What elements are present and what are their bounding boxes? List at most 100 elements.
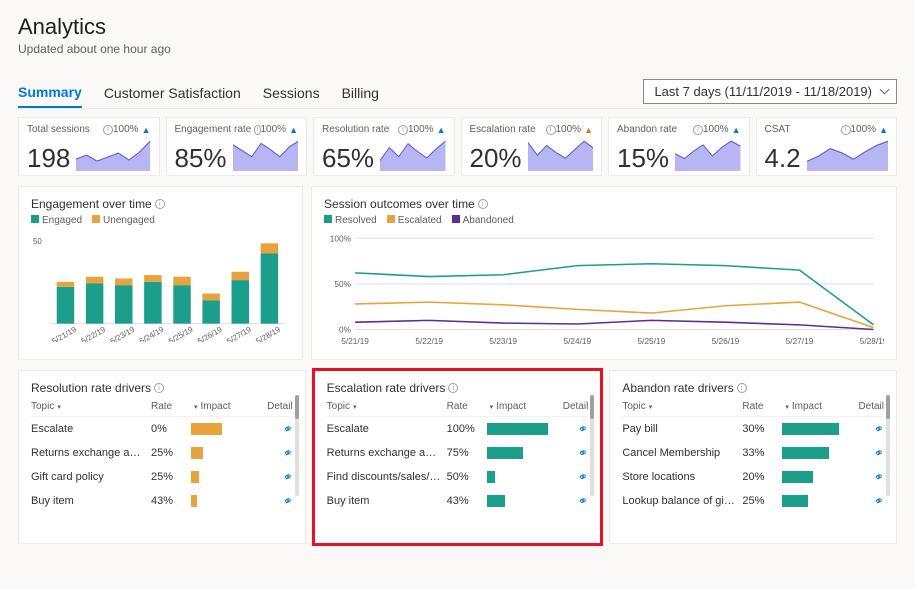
- svg-text:5/21/19: 5/21/19: [50, 325, 78, 342]
- cell-rate: 75%: [447, 447, 487, 459]
- trend-up-icon: ▲: [732, 125, 741, 135]
- cell-impact: [487, 495, 555, 507]
- kpi-card[interactable]: CSAT i 100% ▲ 4.2: [756, 117, 898, 176]
- info-icon[interactable]: i: [737, 383, 747, 393]
- kpi-card[interactable]: Engagement rate i 100% ▲ 85%: [166, 117, 308, 176]
- table-row: Find discounts/sales/de... 50% ⚭: [327, 465, 589, 489]
- col-detail[interactable]: Detail: [259, 401, 293, 412]
- table-row: Buy item 43% ⚭: [31, 489, 293, 513]
- detail-link-icon[interactable]: ⚭: [576, 493, 590, 510]
- svg-text:5/21/19: 5/21/19: [341, 336, 369, 346]
- swatch-unengaged: [92, 215, 100, 223]
- sparkline: [380, 139, 445, 171]
- cell-topic: Buy item: [31, 495, 151, 507]
- engagement-over-time-card: Engagement over time i Engaged Unengaged…: [18, 186, 303, 360]
- card-title: Session outcomes over time i: [324, 197, 884, 211]
- tab-summary[interactable]: Summary: [18, 78, 82, 108]
- tab-sessions[interactable]: Sessions: [263, 79, 320, 107]
- col-detail[interactable]: Detail: [850, 401, 884, 412]
- detail-link-icon[interactable]: ⚭: [872, 421, 886, 438]
- svg-text:5/26/19: 5/26/19: [712, 336, 740, 346]
- date-range-dropdown[interactable]: Last 7 days (11/11/2019 - 11/18/2019): [643, 79, 897, 104]
- col-topic[interactable]: Topic▾: [622, 401, 742, 412]
- cell-impact: [191, 495, 259, 507]
- cell-topic: Escalate: [31, 423, 151, 435]
- svg-text:5/26/19: 5/26/19: [196, 325, 224, 342]
- info-icon[interactable]: i: [478, 199, 488, 209]
- kpi-card[interactable]: Resolution rate i 100% ▲ 65%: [313, 117, 455, 176]
- scrollbar[interactable]: [886, 395, 890, 496]
- cell-rate: 100%: [447, 423, 487, 435]
- table-row: Pay bill 30% ⚭: [622, 417, 884, 441]
- col-impact[interactable]: ▾Impact: [191, 401, 259, 412]
- col-rate[interactable]: Rate: [447, 401, 487, 412]
- cell-impact: [782, 495, 850, 507]
- chevron-down-icon: ▾: [649, 404, 653, 411]
- info-icon[interactable]: i: [103, 125, 113, 135]
- scrollbar[interactable]: [590, 395, 594, 496]
- svg-text:5/23/19: 5/23/19: [489, 336, 517, 346]
- kpi-card[interactable]: Total sessions i 100% ▲ 198: [18, 117, 160, 176]
- col-topic[interactable]: Topic▾: [327, 401, 447, 412]
- info-icon[interactable]: i: [155, 199, 165, 209]
- svg-text:50%: 50%: [334, 279, 351, 289]
- info-icon[interactable]: i: [398, 125, 408, 135]
- session-outcomes-card: Session outcomes over time i Resolved Es…: [311, 186, 897, 360]
- detail-link-icon[interactable]: ⚭: [281, 445, 295, 462]
- page-header: Analytics Updated about one hour ago: [18, 14, 897, 56]
- detail-link-icon[interactable]: ⚭: [576, 445, 590, 462]
- cell-rate: 30%: [742, 423, 782, 435]
- scrollbar[interactable]: [295, 395, 299, 496]
- info-icon[interactable]: i: [448, 383, 458, 393]
- info-icon[interactable]: i: [154, 383, 164, 393]
- engagement-bar-chart: 505/21/195/22/195/23/195/24/195/25/195/2…: [31, 232, 290, 342]
- cell-rate: 25%: [742, 495, 782, 507]
- col-topic[interactable]: Topic▾: [31, 401, 151, 412]
- detail-link-icon[interactable]: ⚭: [576, 469, 590, 486]
- col-impact[interactable]: ▾Impact: [782, 401, 850, 412]
- detail-link-icon[interactable]: ⚭: [281, 469, 295, 486]
- cell-topic: Pay bill: [622, 423, 742, 435]
- cell-topic: Returns exchange and re...: [31, 447, 151, 459]
- svg-text:5/27/19: 5/27/19: [786, 336, 814, 346]
- cell-topic: Cancel Membership: [622, 447, 742, 459]
- detail-link-icon[interactable]: ⚭: [576, 421, 590, 438]
- detail-link-icon[interactable]: ⚭: [281, 493, 295, 510]
- tab-customer-satisfaction[interactable]: Customer Satisfaction: [104, 79, 241, 107]
- cell-impact: [191, 423, 259, 435]
- info-icon[interactable]: i: [841, 125, 851, 135]
- table-row: Cancel Membership 33% ⚭: [622, 441, 884, 465]
- detail-link-icon[interactable]: ⚭: [872, 469, 886, 486]
- info-icon[interactable]: i: [693, 125, 703, 135]
- cell-impact: [191, 447, 259, 459]
- table-header: Topic▾ Rate ▾Impact Detail: [31, 395, 293, 417]
- cell-topic: Find discounts/sales/de...: [327, 471, 447, 483]
- cell-rate: 25%: [151, 471, 191, 483]
- table-row: Buy item 43% ⚭: [327, 489, 589, 513]
- kpi-pct: 100%: [408, 124, 434, 135]
- col-rate[interactable]: Rate: [742, 401, 782, 412]
- detail-link-icon[interactable]: ⚭: [872, 493, 886, 510]
- table-header: Topic▾ Rate ▾Impact Detail: [622, 395, 884, 417]
- detail-link-icon[interactable]: ⚭: [281, 421, 295, 438]
- cell-impact: [782, 447, 850, 459]
- kpi-name: Escalation rate: [470, 124, 543, 135]
- chevron-down-icon: ▾: [57, 404, 61, 411]
- sparkline: [528, 139, 593, 171]
- cell-rate: 33%: [742, 447, 782, 459]
- cell-topic: Store locations: [622, 471, 742, 483]
- page-title: Analytics: [18, 14, 897, 40]
- kpi-card[interactable]: Escalation rate i 100% ▲ 20%: [461, 117, 603, 176]
- col-detail[interactable]: Detail: [554, 401, 588, 412]
- cell-impact: [487, 471, 555, 483]
- col-impact[interactable]: ▾Impact: [487, 401, 555, 412]
- col-rate[interactable]: Rate: [151, 401, 191, 412]
- chevron-down-icon: ▾: [194, 403, 198, 411]
- cell-rate: 43%: [151, 495, 191, 507]
- kpi-card[interactable]: Abandon rate i 100% ▲ 15%: [608, 117, 750, 176]
- info-icon[interactable]: i: [546, 125, 556, 135]
- kpi-pct: 100%: [261, 124, 287, 135]
- tab-billing[interactable]: Billing: [342, 79, 379, 107]
- svg-text:5/25/19: 5/25/19: [167, 325, 195, 342]
- detail-link-icon[interactable]: ⚭: [872, 445, 886, 462]
